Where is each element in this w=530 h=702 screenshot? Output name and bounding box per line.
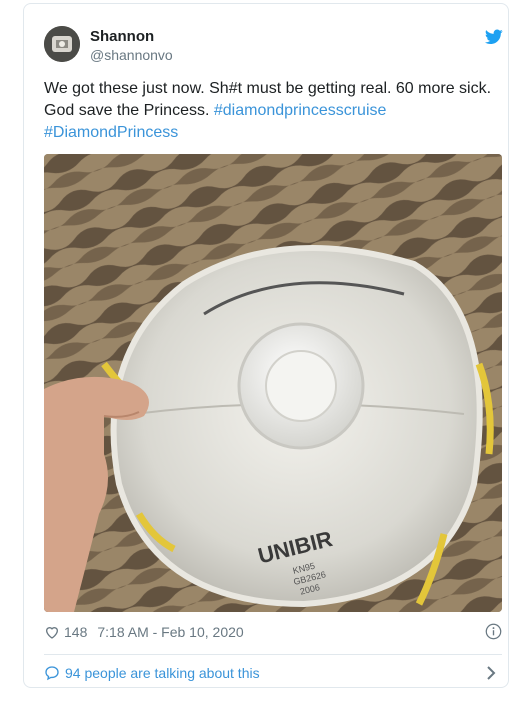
conversation-link[interactable]: 94 people are talking about this bbox=[44, 662, 502, 684]
display-name[interactable]: Shannon bbox=[90, 28, 154, 45]
divider bbox=[44, 654, 502, 655]
avatar[interactable] bbox=[44, 26, 80, 62]
tweet-photo[interactable]: UNIBIR KN95 GB2626 2006 bbox=[44, 154, 502, 612]
timestamp-link[interactable]: 7:18 AM - Feb 10, 2020 bbox=[97, 624, 243, 640]
like-count[interactable]: 148 bbox=[64, 624, 87, 640]
chevron-right-icon[interactable] bbox=[484, 665, 498, 681]
info-icon[interactable] bbox=[485, 623, 502, 640]
speech-bubble-icon bbox=[45, 666, 59, 681]
conversation-text[interactable]: 94 people are talking about this bbox=[65, 665, 260, 681]
tweet-meta: 148 7:18 AM - Feb 10, 2020 bbox=[44, 622, 502, 642]
tweet-text: We got these just now. Sh#t must be gett… bbox=[44, 78, 496, 144]
heart-icon[interactable] bbox=[44, 624, 60, 640]
tweet-card[interactable]: Shannon @shannonvo We got these just now… bbox=[23, 3, 509, 688]
hashtag-diamondprincesscruise[interactable]: #diamondprincesscruise bbox=[214, 102, 387, 119]
hashtag-diamondprincess[interactable]: #DiamondPrincess bbox=[44, 124, 178, 141]
user-handle[interactable]: @shannonvo bbox=[90, 47, 173, 63]
twitter-bird-icon[interactable] bbox=[485, 29, 503, 45]
